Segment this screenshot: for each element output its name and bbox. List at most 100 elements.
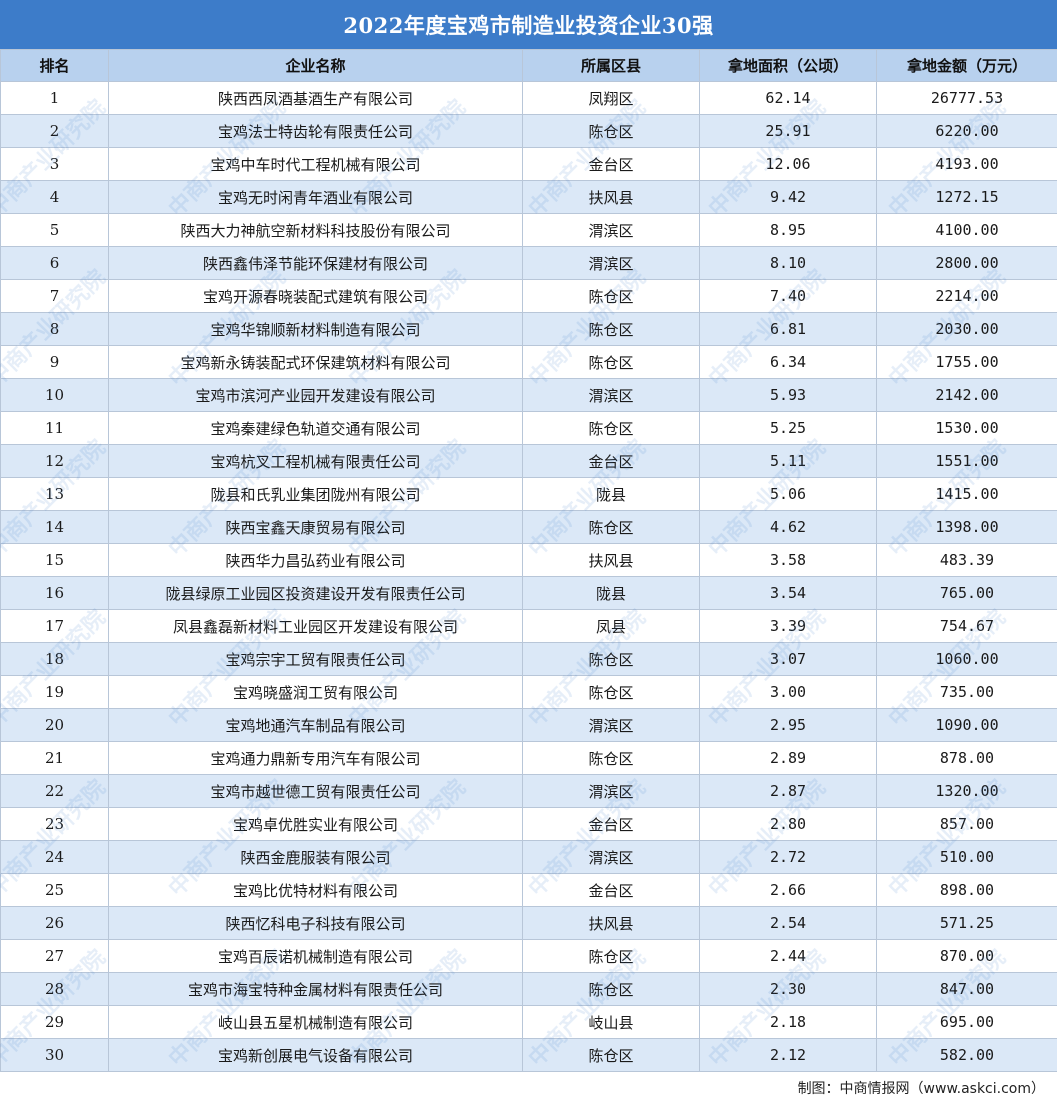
land-area-cell: 2.80 (699, 807, 877, 841)
table-row: 21 宝鸡通力鼎新专用汽车有限公司 陈仓区 2.89 878.00 (0, 741, 1057, 775)
table-row: 5 陕西大力神航空新材料科技股份有限公司 渭滨区 8.95 4100.00 (0, 213, 1057, 247)
district-cell: 渭滨区 (522, 774, 700, 808)
land-area-cell: 8.10 (699, 246, 877, 280)
land-amount-cell: 1530.00 (876, 411, 1057, 445)
company-name-cell: 宝鸡百辰诺机械制造有限公司 (108, 939, 523, 973)
land-amount-cell: 1551.00 (876, 444, 1057, 478)
land-area-cell: 2.30 (699, 972, 877, 1006)
table-row: 13 陇县和氏乳业集团陇州有限公司 陇县 5.06 1415.00 (0, 477, 1057, 511)
company-name-cell: 陕西西凤酒基酒生产有限公司 (108, 81, 523, 115)
district-cell: 岐山县 (522, 1005, 700, 1039)
district-cell: 陈仓区 (522, 675, 700, 709)
land-amount-cell: 582.00 (876, 1038, 1057, 1072)
table-row: 17 凤县鑫磊新材料工业园区开发建设有限公司 凤县 3.39 754.67 (0, 609, 1057, 643)
district-cell: 渭滨区 (522, 708, 700, 742)
company-name-cell: 宝鸡晓盛润工贸有限公司 (108, 675, 523, 709)
district-cell: 陈仓区 (522, 972, 700, 1006)
land-area-cell: 5.11 (699, 444, 877, 478)
land-area-cell: 3.00 (699, 675, 877, 709)
land-amount-cell: 483.39 (876, 543, 1057, 577)
land-area-cell: 2.44 (699, 939, 877, 973)
land-area-cell: 2.54 (699, 906, 877, 940)
table-row: 6 陕西鑫伟泽节能环保建材有限公司 渭滨区 8.10 2800.00 (0, 246, 1057, 280)
table-row: 14 陕西宝鑫天康贸易有限公司 陈仓区 4.62 1398.00 (0, 510, 1057, 544)
land-amount-cell: 1398.00 (876, 510, 1057, 544)
company-name-cell: 陕西鑫伟泽节能环保建材有限公司 (108, 246, 523, 280)
ranking-table: 排名 企业名称 所属区县 拿地面积（公顷） 拿地金额（万元） 1 陕西西凤酒基酒生… (0, 49, 1057, 1072)
district-cell: 陈仓区 (522, 642, 700, 676)
source-credit: 制图：中商情报网（www.askci.com） (0, 1071, 1057, 1103)
company-name-cell: 陇县和氏乳业集团陇州有限公司 (108, 477, 523, 511)
table-row: 15 陕西华力昌弘药业有限公司 扶风县 3.58 483.39 (0, 543, 1057, 577)
rank-cell: 21 (0, 741, 109, 775)
rank-cell: 27 (0, 939, 109, 973)
company-name-cell: 宝鸡市海宝特种金属材料有限责任公司 (108, 972, 523, 1006)
district-cell: 扶风县 (522, 543, 700, 577)
land-amount-cell: 2800.00 (876, 246, 1057, 280)
table-row: 8 宝鸡华锦顺新材料制造有限公司 陈仓区 6.81 2030.00 (0, 312, 1057, 346)
land-area-cell: 2.12 (699, 1038, 877, 1072)
land-area-cell: 5.25 (699, 411, 877, 445)
rank-cell: 19 (0, 675, 109, 709)
rank-cell: 11 (0, 411, 109, 445)
company-name-cell: 陕西华力昌弘药业有限公司 (108, 543, 523, 577)
rank-cell: 7 (0, 279, 109, 313)
district-cell: 陈仓区 (522, 1038, 700, 1072)
rank-cell: 23 (0, 807, 109, 841)
rank-cell: 6 (0, 246, 109, 280)
company-name-cell: 宝鸡通力鼎新专用汽车有限公司 (108, 741, 523, 775)
company-name-cell: 陕西宝鑫天康贸易有限公司 (108, 510, 523, 544)
land-area-cell: 62.14 (699, 81, 877, 115)
rank-cell: 25 (0, 873, 109, 907)
rank-cell: 15 (0, 543, 109, 577)
table-row: 19 宝鸡晓盛润工贸有限公司 陈仓区 3.00 735.00 (0, 675, 1057, 709)
table-row: 26 陕西忆科电子科技有限公司 扶风县 2.54 571.25 (0, 906, 1057, 940)
land-amount-cell: 2030.00 (876, 312, 1057, 346)
rank-cell: 28 (0, 972, 109, 1006)
district-cell: 陈仓区 (522, 411, 700, 445)
district-cell: 渭滨区 (522, 246, 700, 280)
land-area-cell: 12.06 (699, 147, 877, 181)
land-amount-cell: 26777.53 (876, 81, 1057, 115)
rank-cell: 14 (0, 510, 109, 544)
district-cell: 渭滨区 (522, 213, 700, 247)
land-area-cell: 5.06 (699, 477, 877, 511)
company-name-cell: 宝鸡比优特材料有限公司 (108, 873, 523, 907)
header-rank: 排名 (0, 49, 109, 82)
land-amount-cell: 1272.15 (876, 180, 1057, 214)
table-row: 24 陕西金鹿服装有限公司 渭滨区 2.72 510.00 (0, 840, 1057, 874)
table-row: 20 宝鸡地通汽车制品有限公司 渭滨区 2.95 1090.00 (0, 708, 1057, 742)
district-cell: 渭滨区 (522, 378, 700, 412)
land-area-cell: 7.40 (699, 279, 877, 313)
land-area-cell: 5.93 (699, 378, 877, 412)
district-cell: 陈仓区 (522, 510, 700, 544)
rank-cell: 26 (0, 906, 109, 940)
table-row: 30 宝鸡新创展电气设备有限公司 陈仓区 2.12 582.00 (0, 1038, 1057, 1072)
company-name-cell: 宝鸡开源春晓装配式建筑有限公司 (108, 279, 523, 313)
district-cell: 陈仓区 (522, 114, 700, 148)
table-row: 22 宝鸡市越世德工贸有限责任公司 渭滨区 2.87 1320.00 (0, 774, 1057, 808)
land-area-cell: 3.39 (699, 609, 877, 643)
company-name-cell: 宝鸡中车时代工程机械有限公司 (108, 147, 523, 181)
header-company-name: 企业名称 (108, 49, 523, 82)
land-area-cell: 3.07 (699, 642, 877, 676)
table-row: 9 宝鸡新永铸装配式环保建筑材料有限公司 陈仓区 6.34 1755.00 (0, 345, 1057, 379)
land-amount-cell: 878.00 (876, 741, 1057, 775)
header-district: 所属区县 (522, 49, 700, 82)
land-area-cell: 2.72 (699, 840, 877, 874)
land-area-cell: 4.62 (699, 510, 877, 544)
district-cell: 陈仓区 (522, 279, 700, 313)
rank-cell: 3 (0, 147, 109, 181)
land-area-cell: 25.91 (699, 114, 877, 148)
land-amount-cell: 6220.00 (876, 114, 1057, 148)
district-cell: 陇县 (522, 576, 700, 610)
rank-cell: 17 (0, 609, 109, 643)
land-amount-cell: 847.00 (876, 972, 1057, 1006)
company-name-cell: 岐山县五星机械制造有限公司 (108, 1005, 523, 1039)
land-amount-cell: 1755.00 (876, 345, 1057, 379)
rank-cell: 22 (0, 774, 109, 808)
header-land-amount: 拿地金额（万元） (876, 49, 1057, 82)
land-area-cell: 9.42 (699, 180, 877, 214)
district-cell: 凤翔区 (522, 81, 700, 115)
company-name-cell: 宝鸡地通汽车制品有限公司 (108, 708, 523, 742)
